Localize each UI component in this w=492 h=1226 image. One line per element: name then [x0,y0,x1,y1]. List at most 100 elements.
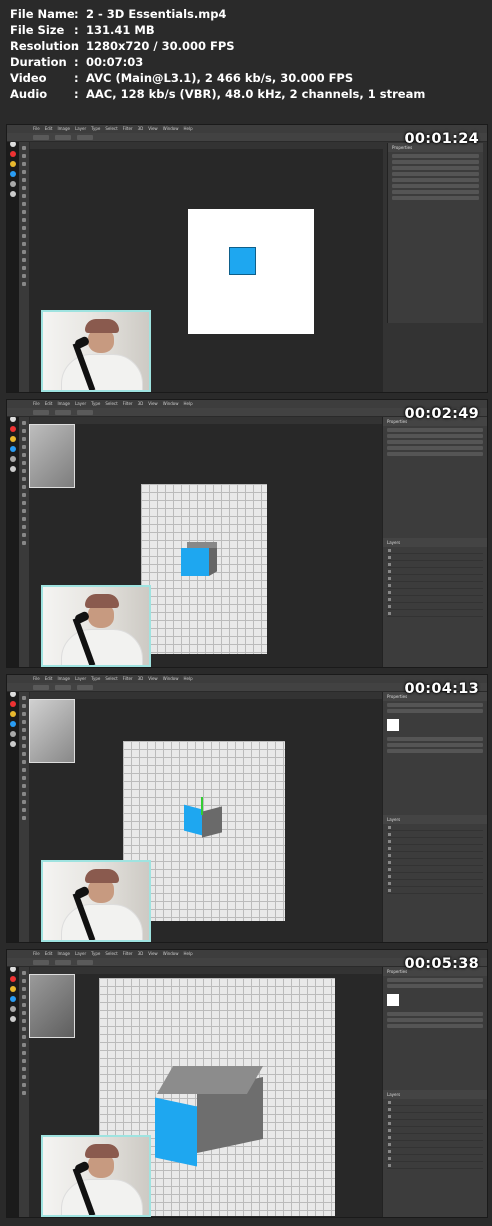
media-info-key: Resolution [10,39,80,53]
media-info-value: 1280x720 / 30.000 FPS [86,39,235,53]
menu-item[interactable]: 3D [138,400,144,408]
windows-taskbar [7,950,19,1217]
menu-item[interactable]: Help [183,400,192,408]
webcam-overlay [41,310,151,392]
cube-top-face [187,542,217,548]
menu-item[interactable]: Image [57,125,70,133]
media-info-key: Video [10,71,47,85]
cube-side-face [209,543,217,576]
folder-icon [10,711,16,717]
windows-taskbar [7,125,19,392]
media-info-separator: : [74,55,79,69]
media-info-key: File Name [10,7,75,21]
menu-item[interactable]: Window [163,125,179,133]
menu-item[interactable]: File [33,950,40,958]
menu-item[interactable]: Edit [45,950,53,958]
cube-front-face[interactable] [184,804,202,836]
menu-item[interactable]: View [148,675,158,683]
video-frame-4: File Edit Image Layer Type Select Filter 3D View… [6,949,488,1218]
properties-panel: Properties [387,143,483,323]
opera-icon [10,426,16,432]
opera-icon [10,976,16,982]
menu-item[interactable]: Window [163,675,179,683]
media-info-value: AVC (Main@L3.1), 2 466 kb/s, 30.000 FPS [86,71,354,85]
media-info-value: 00:07:03 [86,55,144,69]
media-info-separator: : [74,7,79,21]
menu-item[interactable]: Filter [123,950,133,958]
menu-item[interactable]: File [33,675,40,683]
menu-item[interactable]: 3D [138,675,144,683]
menu-item[interactable]: Help [183,950,192,958]
cube-top-face [156,1066,264,1094]
media-info-key: Audio [10,87,48,101]
photos-icon [10,466,16,472]
media-info-key: File Size [10,23,65,37]
y-axis-gizmo[interactable] [201,797,203,815]
menu-item[interactable]: Filter [123,125,133,133]
menu-item[interactable]: Type [91,125,100,133]
media-info-separator: : [74,71,79,85]
media-info-separator: : [74,23,79,37]
media-info-value: AAC, 128 kb/s (VBR), 48.0 kHz, 2 channel… [86,87,426,101]
windows-taskbar [7,675,19,942]
webcam-overlay [41,860,151,942]
menu-item[interactable]: Window [163,400,179,408]
properties-panel: Properties Layers [382,692,487,942]
layers-panel: Properties Layers [382,417,487,667]
menu-item[interactable]: 3D [138,950,144,958]
timestamp: 00:04:13 [404,681,479,697]
menu-item[interactable]: View [148,125,158,133]
timestamp: 00:01:24 [404,131,479,147]
menu-item[interactable]: Filter [123,400,133,408]
blue-rectangle-shape[interactable] [229,247,256,275]
settings-icon [10,456,16,462]
menu-item[interactable]: View [148,950,158,958]
settings-icon [10,181,16,187]
menu-item[interactable]: 3D [138,125,144,133]
menu-item[interactable]: Edit [45,675,53,683]
menu-item[interactable]: Image [57,400,70,408]
photoshop-icon [10,721,16,727]
menu-item[interactable]: Help [183,675,192,683]
3d-material-preview [29,699,75,763]
menu-item[interactable]: File [33,400,40,408]
menu-item[interactable]: File [33,125,40,133]
menu-item[interactable]: Window [163,950,179,958]
menu-item[interactable]: Help [183,125,192,133]
video-frame-1: File Edit Image Layer Type Select Filter 3D View… [6,124,488,393]
cube-front-face[interactable] [181,548,209,576]
menu-item[interactable]: Select [105,950,117,958]
menu-item[interactable]: Select [105,125,117,133]
timestamp: 00:05:38 [404,956,479,972]
folder-icon [10,436,16,442]
menu-item[interactable]: Type [91,950,100,958]
photos-icon [10,741,16,747]
photos-icon [10,1016,16,1022]
menu-item[interactable]: View [148,400,158,408]
webcam-overlay [41,1135,151,1217]
menu-item[interactable]: Layer [75,125,86,133]
folder-icon [10,986,16,992]
menu-item[interactable]: Edit [45,400,53,408]
menu-item[interactable]: Layer [75,950,86,958]
video-frame-2: File Edit Image Layer Type Select Filter 3D View… [6,399,488,668]
menu-item[interactable]: Layer [75,400,86,408]
3d-material-preview [29,974,75,1038]
photoshop-icon [10,996,16,1002]
menu-item[interactable]: Filter [123,675,133,683]
media-info-separator: : [74,87,79,101]
windows-taskbar [7,400,19,667]
settings-icon [10,731,16,737]
menu-item[interactable]: Type [91,400,100,408]
menu-item[interactable]: Select [105,675,117,683]
cube-front-face[interactable] [155,1097,197,1167]
menu-item[interactable]: Edit [45,125,53,133]
menu-item[interactable]: Image [57,675,70,683]
properties-panel: Properties Layers [382,967,487,1217]
cube-side-face [202,806,222,838]
menu-item[interactable]: Type [91,675,100,683]
menu-item[interactable]: Image [57,950,70,958]
media-info-value: 2 - 3D Essentials.mp4 [86,7,227,21]
menu-item[interactable]: Layer [75,675,86,683]
menu-item[interactable]: Select [105,400,117,408]
